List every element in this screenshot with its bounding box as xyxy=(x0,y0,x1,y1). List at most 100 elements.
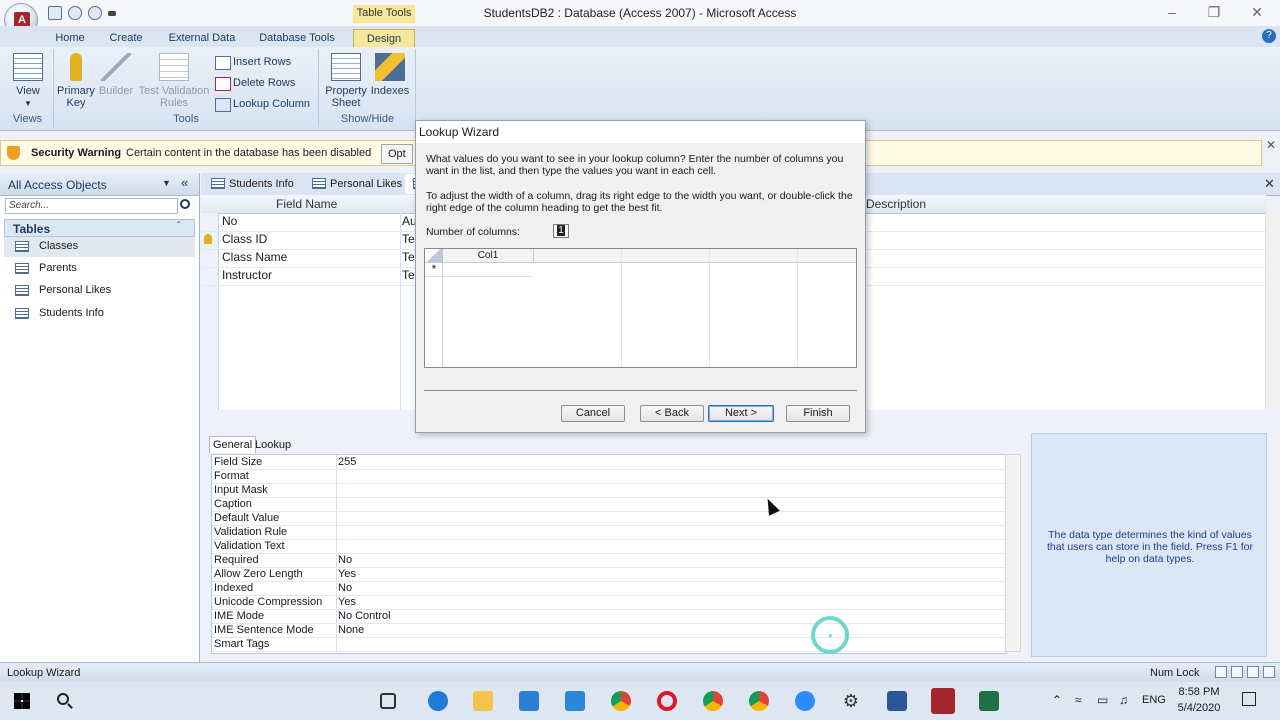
pivottable-view-button[interactable] xyxy=(1231,666,1243,678)
close-document-icon[interactable]: ✕ xyxy=(1264,176,1275,192)
opera-icon[interactable] xyxy=(657,691,677,711)
view-button[interactable]: View ▼ xyxy=(8,53,48,110)
zoom-icon[interactable] xyxy=(795,691,815,711)
close-security-bar-icon[interactable]: ✕ xyxy=(1266,138,1276,152)
primary-key-button[interactable]: Primary Key xyxy=(56,53,96,109)
property-value[interactable]: 255 xyxy=(338,456,356,468)
chrome-profile-icon[interactable] xyxy=(703,691,723,711)
nav-item-students-info[interactable]: Students Info xyxy=(4,304,195,324)
nav-group-tables[interactable]: Tables ˆ xyxy=(4,219,195,237)
tab-lookup[interactable]: Lookup xyxy=(255,438,291,452)
datasheet-view-button[interactable] xyxy=(1215,666,1227,678)
builder-button[interactable]: Builder xyxy=(98,53,134,97)
collapse-group-icon[interactable]: ˆ xyxy=(177,221,180,232)
file-explorer-icon[interactable] xyxy=(473,691,493,711)
property-row[interactable]: Default Value xyxy=(212,511,1006,526)
col1-header[interactable]: Col1 xyxy=(443,249,534,262)
task-view-icon[interactable] xyxy=(380,693,396,709)
edge-icon[interactable] xyxy=(428,691,448,711)
property-row[interactable]: Allow Zero Length Yes xyxy=(212,567,1006,582)
grid-scrollbar[interactable] xyxy=(1265,211,1280,410)
search-icon[interactable] xyxy=(57,693,69,705)
tray-overflow-icon[interactable]: ⌃ xyxy=(1052,693,1062,707)
field-name-cell[interactable]: No xyxy=(222,214,237,228)
new-record-row[interactable]: * xyxy=(425,263,533,277)
finish-button[interactable]: Finish xyxy=(786,405,850,422)
undo-icon[interactable] xyxy=(68,6,82,20)
nav-item-classes[interactable]: Classes xyxy=(4,237,195,257)
save-icon[interactable] xyxy=(48,6,62,20)
search-icon[interactable] xyxy=(180,199,190,209)
property-value[interactable]: No xyxy=(338,582,352,594)
next-button[interactable]: Next > xyxy=(708,405,774,422)
tab-home[interactable]: Home xyxy=(48,29,92,47)
data-type-cell[interactable]: Te xyxy=(402,250,415,264)
nav-search-input[interactable]: Search... xyxy=(5,198,178,214)
lookup-values-grid[interactable]: Col1 * xyxy=(424,248,857,368)
security-options-button[interactable]: Opt xyxy=(381,144,413,164)
doc-tab-students-info[interactable]: Students Info xyxy=(203,174,303,194)
chrome-profile-2-icon[interactable] xyxy=(749,691,769,711)
indexes-button[interactable]: Indexes xyxy=(370,53,410,97)
dialog-title-bar[interactable]: Lookup Wizard xyxy=(416,121,865,143)
access-taskbar-icon[interactable] xyxy=(931,688,955,714)
delete-rows-button[interactable]: Delete Rows xyxy=(215,75,295,91)
shutter-bar-close-icon[interactable]: « xyxy=(181,175,188,190)
field-name-cell[interactable]: Instructor xyxy=(222,268,272,282)
language-indicator[interactable]: ENG xyxy=(1142,694,1166,706)
clock-date[interactable]: 5/4/2020 xyxy=(1172,702,1226,714)
word-icon[interactable] xyxy=(887,691,907,711)
property-value[interactable]: None xyxy=(338,624,364,636)
nav-dropdown-icon[interactable]: ▼ xyxy=(162,178,171,188)
chrome-icon[interactable] xyxy=(611,691,631,711)
doc-tab-personal-likes[interactable]: Personal Likes xyxy=(304,174,404,194)
nav-item-personal-likes[interactable]: Personal Likes xyxy=(4,281,195,301)
help-icon[interactable]: ? xyxy=(1262,29,1276,43)
app-icon[interactable] xyxy=(979,691,999,711)
notifications-icon[interactable] xyxy=(1242,692,1256,706)
property-row[interactable]: Field Size 255 xyxy=(212,455,1006,470)
field-name-cell[interactable]: Class ID xyxy=(222,232,267,246)
tab-design[interactable]: Design xyxy=(353,29,415,47)
property-value[interactable]: No Control xyxy=(338,610,391,622)
network-icon[interactable]: ≈ xyxy=(1075,693,1082,707)
tab-database-tools[interactable]: Database Tools xyxy=(252,29,342,47)
property-row[interactable]: Format xyxy=(212,469,1006,484)
restore-button[interactable]: ❐ xyxy=(1204,4,1224,20)
minimize-button[interactable]: – xyxy=(1162,4,1182,20)
design-view-button[interactable] xyxy=(1263,666,1275,678)
store-icon[interactable] xyxy=(519,691,539,711)
property-row[interactable]: Input Mask xyxy=(212,483,1006,498)
mail-icon[interactable] xyxy=(565,691,585,711)
property-row[interactable]: Validation Rule xyxy=(212,525,1006,540)
test-validation-rules-button[interactable]: Test Validation Rules xyxy=(136,53,212,109)
property-value[interactable]: No xyxy=(338,554,352,566)
property-row[interactable]: IME Sentence Mode None xyxy=(212,623,1006,638)
data-type-cell[interactable]: Te xyxy=(402,268,415,282)
property-value[interactable]: Yes xyxy=(338,596,356,608)
property-row[interactable]: IME Mode No Control xyxy=(212,609,1006,624)
clock-time[interactable]: 8:58 PM xyxy=(1172,686,1226,698)
properties-scrollbar[interactable] xyxy=(1005,454,1021,652)
field-name-cell[interactable]: Class Name xyxy=(222,250,287,264)
power-icon[interactable]: ▭ xyxy=(1097,693,1108,707)
property-value[interactable]: Yes xyxy=(338,568,356,580)
tab-general[interactable]: General xyxy=(209,436,257,453)
tab-external-data[interactable]: External Data xyxy=(160,29,244,47)
nav-item-parents[interactable]: Parents xyxy=(4,259,195,279)
select-all-corner[interactable] xyxy=(425,249,443,262)
back-button[interactable]: < Back xyxy=(640,405,704,422)
data-type-cell[interactable]: Te xyxy=(402,232,415,246)
windows-start-icon[interactable] xyxy=(14,693,30,709)
num-columns-input[interactable]: 1 xyxy=(553,224,569,238)
nav-header[interactable]: All Access Objects ▼ « xyxy=(0,173,199,196)
cancel-button[interactable]: Cancel xyxy=(561,405,625,422)
property-row[interactable]: Caption xyxy=(212,497,1006,512)
property-row[interactable]: Unicode Compression Yes xyxy=(212,595,1006,610)
pivotchart-view-button[interactable] xyxy=(1247,666,1259,678)
settings-gear-icon[interactable]: ⚙ xyxy=(841,691,861,711)
property-sheet-button[interactable]: Property Sheet xyxy=(324,53,368,109)
redo-icon[interactable] xyxy=(88,6,102,20)
tab-create[interactable]: Create xyxy=(102,29,150,47)
property-row[interactable]: Indexed No xyxy=(212,581,1006,596)
